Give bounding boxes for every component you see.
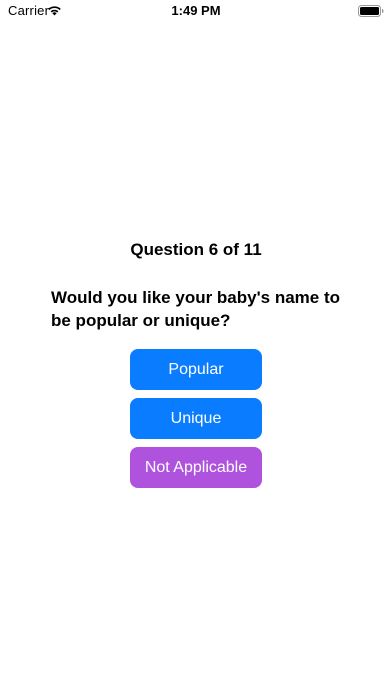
status-bar: Carrier 1:49 PM bbox=[0, 0, 392, 22]
popular-button[interactable]: Popular bbox=[130, 349, 262, 390]
battery-icon bbox=[358, 5, 384, 17]
unique-button[interactable]: Unique bbox=[130, 398, 262, 439]
not-applicable-button[interactable]: Not Applicable bbox=[130, 447, 262, 488]
question-counter: Question 6 of 11 bbox=[130, 240, 262, 259]
status-time: 1:49 PM bbox=[171, 3, 221, 18]
question-text: Would you like your baby's name to be po… bbox=[51, 288, 340, 330]
